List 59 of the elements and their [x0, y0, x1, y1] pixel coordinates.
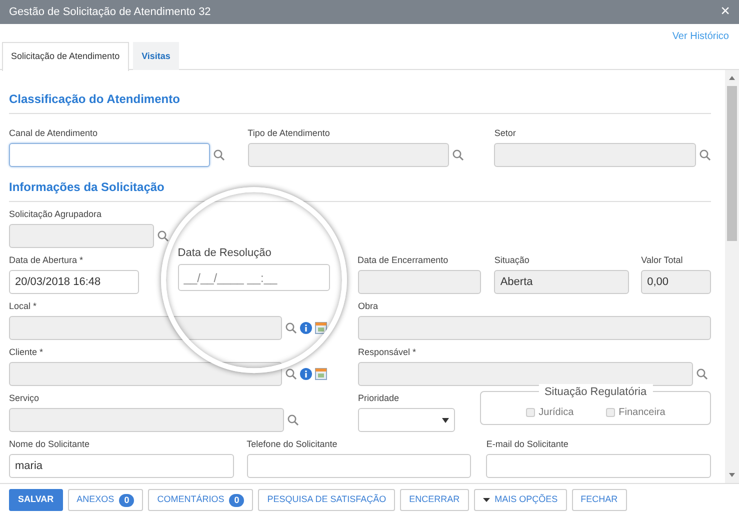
tab[interactable]: Solicitação de Atendimento: [2, 42, 129, 71]
field-label: Canal de Atendimento: [9, 127, 99, 140]
tab[interactable]: Visitas: [132, 42, 180, 70]
field-label: Setor: [494, 127, 517, 140]
search-icon[interactable]: [287, 414, 299, 426]
group-label: Situação Regulatória: [538, 384, 653, 400]
footer-button[interactable]: ENCERRAR: [400, 489, 469, 511]
field-label: Data de Resolução: [178, 246, 272, 261]
input-field[interactable]: __/__/____ __:__: [178, 264, 330, 291]
search-icon[interactable]: [696, 368, 708, 380]
field-label: Solicitação Agrupadora: [9, 208, 103, 221]
footer-button[interactable]: SALVAR: [9, 489, 63, 511]
caret-icon: [482, 498, 490, 502]
search-icon[interactable]: [285, 322, 297, 334]
field-label: Data de Abertura *: [9, 254, 84, 267]
field-label: Local *: [9, 300, 38, 313]
field-label: Prioridade: [358, 392, 400, 405]
calendar-icon[interactable]: [315, 368, 327, 380]
section-title: Classificação do Atendimento: [9, 90, 711, 114]
field-label: Serviço: [9, 392, 40, 405]
close-button[interactable]: ×: [720, 4, 730, 20]
field-label: Valor Total: [641, 254, 684, 267]
checkbox-label: Jurídica: [538, 406, 574, 420]
input-field[interactable]: [9, 143, 210, 167]
count-badge: 0: [229, 494, 244, 506]
search-icon[interactable]: [157, 230, 169, 242]
footer-button[interactable]: FECHAR: [572, 489, 627, 511]
window-title: Gestão de Solicitação de Atendimento 32: [9, 4, 211, 20]
search-icon[interactable]: [699, 149, 712, 161]
field-label: Cliente *: [9, 346, 44, 359]
checkbox-label: Financeira: [618, 406, 666, 420]
field-label: Obra: [358, 300, 380, 313]
dropdown-arrow-icon: [442, 418, 449, 422]
field-label: Responsável *: [358, 346, 418, 359]
input-field[interactable]: maria: [9, 454, 234, 478]
section-title: Informações da Solicitação: [9, 178, 711, 202]
search-icon[interactable]: [285, 368, 297, 380]
footer-button[interactable]: COMENTÁRIOS 0: [148, 489, 254, 511]
calendar-icon[interactable]: [315, 322, 327, 334]
footer-button[interactable]: ANEXOS 0: [68, 489, 144, 511]
field-label: Telefone do Solicitante: [246, 438, 338, 451]
history-link[interactable]: Ver Histórico: [672, 29, 729, 42]
input-field[interactable]: 20/03/2018 16:48: [9, 270, 139, 294]
count-badge: 0: [119, 494, 134, 506]
search-icon[interactable]: [212, 149, 225, 161]
field-label: Nome do Solicitante: [9, 438, 91, 451]
info-icon[interactable]: [300, 368, 312, 380]
search-icon[interactable]: [452, 149, 464, 161]
field-label: Data de Encerramento: [358, 254, 450, 267]
select-field[interactable]: [358, 408, 455, 432]
field-label: Situação: [494, 254, 530, 267]
footer-button[interactable]: MAIS OPÇÕES: [474, 489, 567, 511]
footer-button[interactable]: PESQUISA DE SATISFAÇÃO: [258, 489, 396, 511]
scrollbar[interactable]: [725, 70, 739, 483]
input-field[interactable]: [486, 454, 712, 478]
field-label: E-mail do Solicitante: [486, 438, 570, 451]
field-label: Tipo de Atendimento: [248, 127, 331, 140]
info-icon[interactable]: [300, 322, 312, 334]
input-field[interactable]: [246, 454, 472, 478]
